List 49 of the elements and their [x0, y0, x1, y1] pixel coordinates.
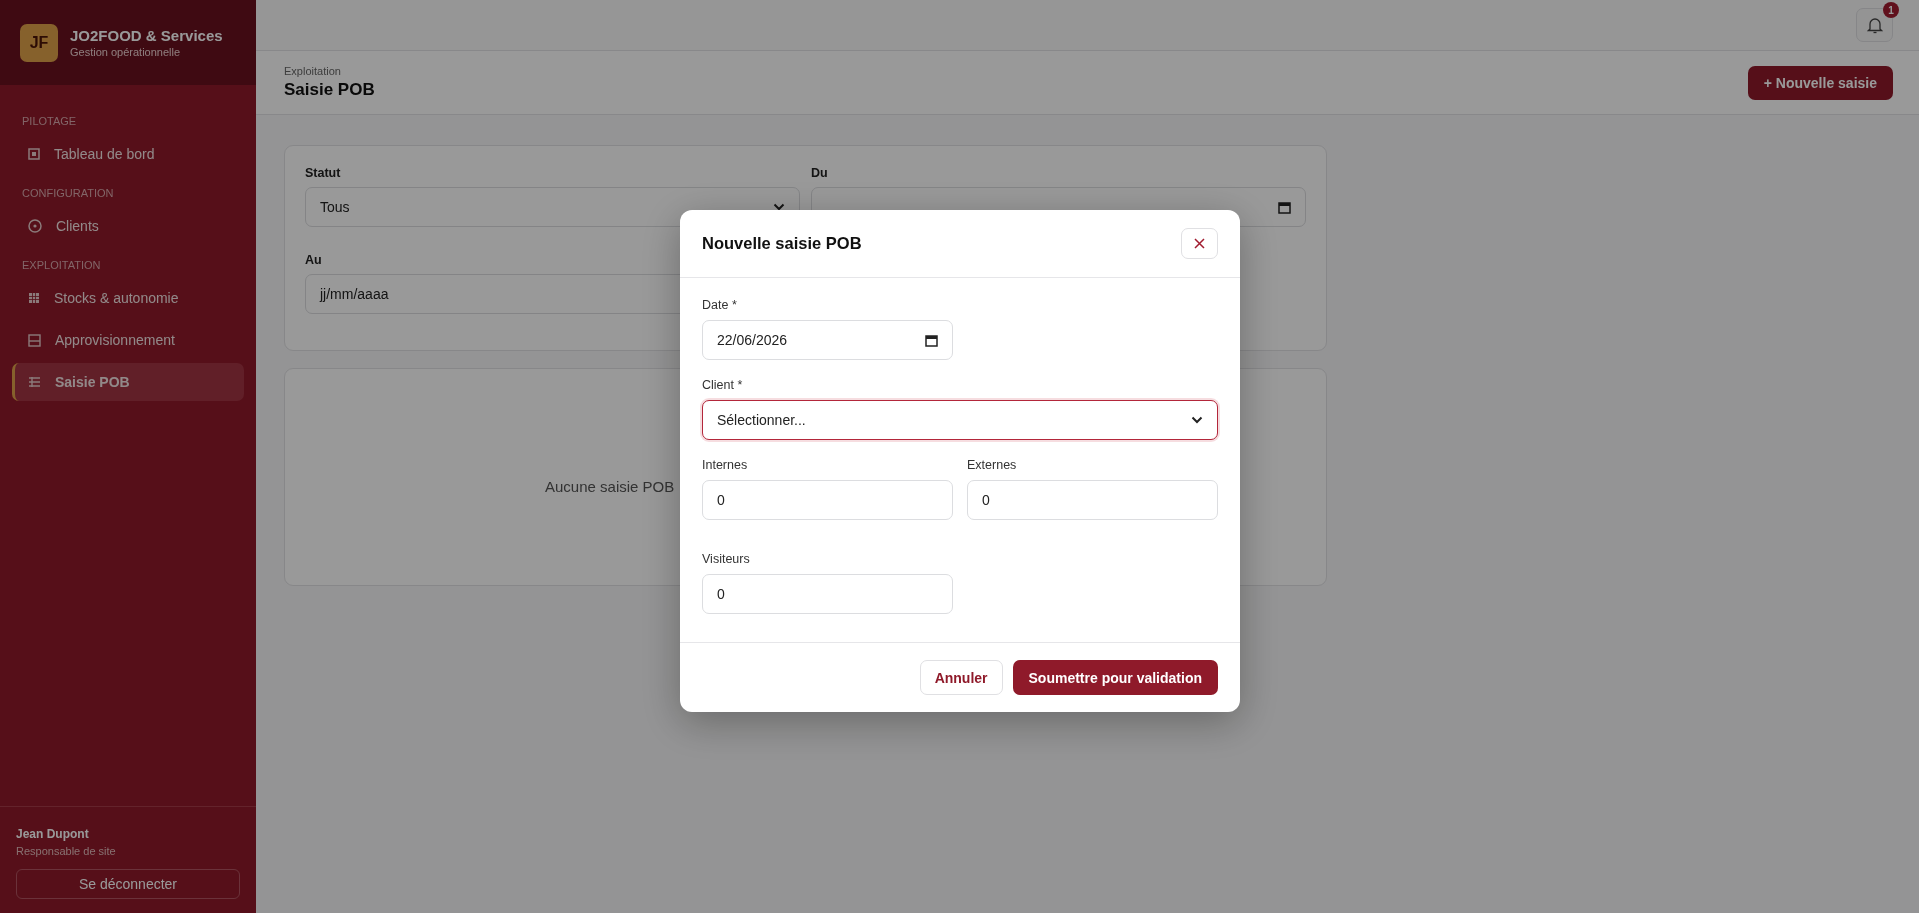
breadcrumb: Exploitation [284, 65, 342, 77]
field-label: Au [305, 253, 323, 267]
new-entry-button[interactable]: + Nouvelle saisie [1747, 65, 1893, 100]
date-field[interactable]: 22/06/2026 [702, 320, 953, 360]
sidebar-item[interactable]: Tableau de bord [12, 135, 244, 173]
circle-icon [28, 219, 42, 233]
list-icon [28, 376, 41, 388]
notification-badge: 1 [1883, 2, 1899, 18]
field-label: Du [811, 166, 829, 180]
number-field[interactable]: 0 [702, 480, 953, 520]
user-name: Jean Dupont [16, 827, 90, 841]
close-button[interactable] [1181, 228, 1218, 259]
field-label: Statut [305, 166, 342, 180]
section-heading: CONFIGURATION [21, 187, 115, 199]
close-icon [1194, 238, 1205, 249]
calendar-icon [925, 333, 938, 347]
field-label: Date * [702, 298, 738, 312]
field-label: Externes [967, 458, 1018, 472]
field-label: Client * [702, 378, 744, 392]
field-label: Visiteurs [702, 552, 751, 566]
page-title: Saisie POB [284, 80, 375, 100]
empty-message: Aucune saisie POB [545, 477, 675, 495]
sidebar-item[interactable]: Stocks & autonomie [12, 279, 244, 317]
chevron-down-icon [773, 203, 785, 211]
sidebar-item[interactable]: Approvisionnement [12, 321, 244, 359]
calendar-icon [1278, 200, 1291, 214]
section-heading: PILOTAGE [21, 115, 78, 127]
section-heading: EXPLOITATION [21, 259, 102, 271]
brand-name: JO2FOOD & Services [70, 27, 223, 44]
square-icon [28, 148, 40, 160]
modal-title: Nouvelle saisie POB [702, 234, 862, 253]
submit-button[interactable]: Soumettre pour validation [1012, 660, 1218, 695]
panel-icon [28, 333, 41, 347]
sidebar-item[interactable]: Clients [12, 207, 244, 245]
sidebar-item[interactable]: Saisie POB [12, 363, 244, 401]
notification-button[interactable] [1856, 8, 1893, 42]
chevron-down-icon [1191, 416, 1203, 424]
bell-icon [1866, 16, 1883, 34]
brand-subtitle: Gestion opérationnelle [70, 46, 182, 58]
logo: JF [20, 23, 58, 62]
status-select[interactable]: Tous [305, 187, 800, 227]
field-label: Internes [702, 458, 749, 472]
user-role: Responsable de site [16, 845, 117, 857]
number-field[interactable]: 0 [967, 480, 1218, 520]
grid-icon [28, 292, 40, 304]
logout-button[interactable]: Se déconnecter [16, 869, 240, 899]
number-field[interactable]: 0 [702, 574, 953, 614]
cancel-button[interactable]: Annuler [919, 660, 1003, 695]
client-select[interactable]: Sélectionner... [702, 400, 1218, 440]
